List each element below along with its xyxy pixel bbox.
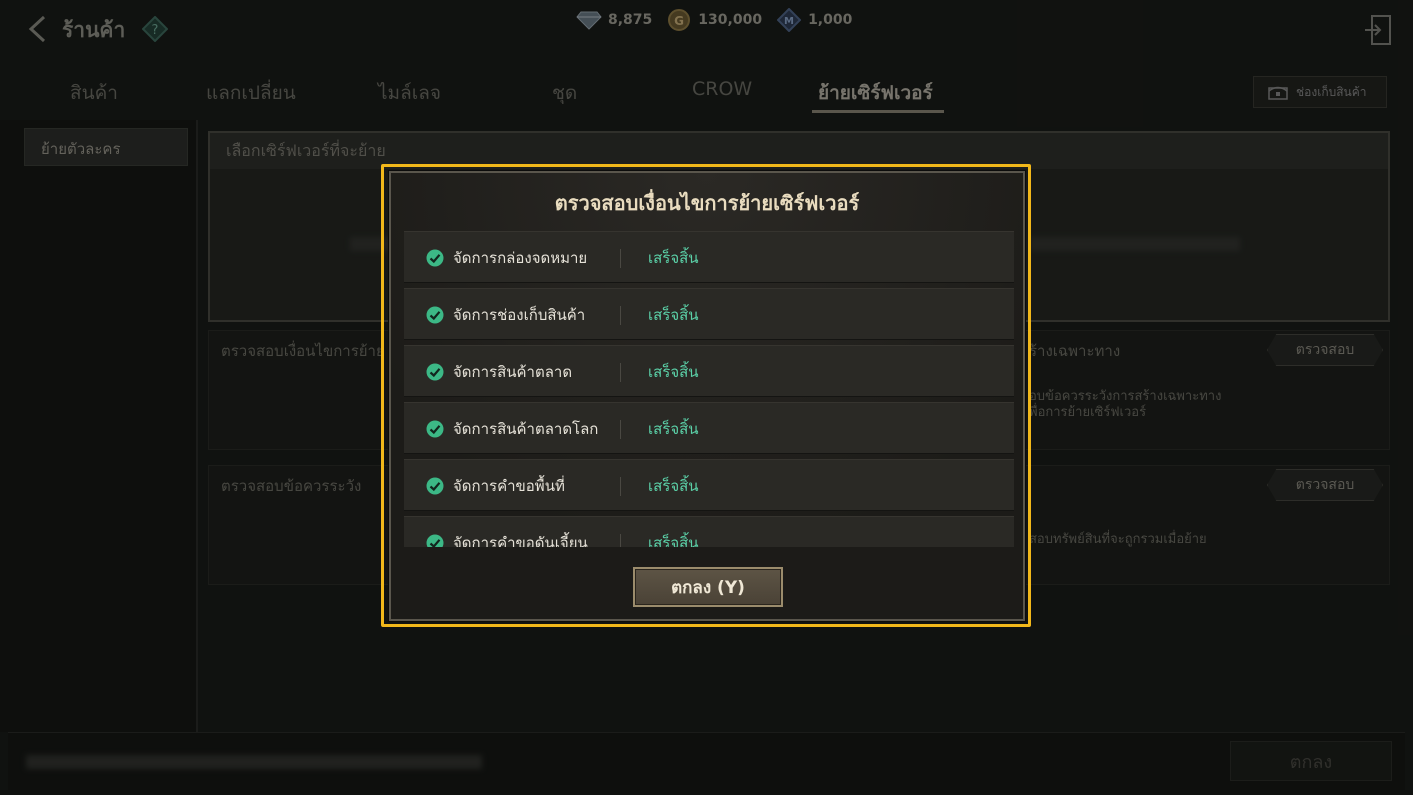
divider: [620, 249, 621, 268]
condition-status: เสร็จสิ้น: [648, 249, 699, 267]
condition-status: เสร็จสิ้น: [648, 306, 699, 324]
check-circle-icon: [426, 363, 444, 381]
check-circle-icon: [426, 249, 444, 267]
divider: [620, 363, 621, 382]
list-item: จัดการช่องเก็บสินค้า เสร็จสิ้น: [404, 288, 1014, 340]
condition-name: จัดการคำขอดันเจี้ยน: [453, 534, 588, 547]
confirm-ok-button[interactable]: ตกลง (Y): [633, 567, 783, 607]
list-item: จัดการคำขอดันเจี้ยน เสร็จสิ้น: [404, 516, 1014, 547]
check-circle-icon: [426, 306, 444, 324]
list-item: จัดการสินค้าตลาดโลก เสร็จสิ้น: [404, 402, 1014, 454]
condition-status: เสร็จสิ้น: [648, 363, 699, 381]
condition-name: จัดการกล่องจดหมาย: [453, 249, 588, 267]
divider: [620, 534, 621, 547]
check-circle-icon: [426, 477, 444, 495]
divider: [620, 477, 621, 496]
check-circle-icon: [426, 420, 444, 438]
condition-status: เสร็จสิ้น: [648, 534, 699, 547]
condition-list[interactable]: จัดการกล่องจดหมาย เสร็จสิ้น จัดการช่องเก…: [404, 231, 1014, 547]
condition-status: เสร็จสิ้น: [648, 477, 699, 495]
condition-name: จัดการสินค้าตลาดโลก: [453, 420, 599, 438]
list-item: จัดการคำขอพื้นที่ เสร็จสิ้น: [404, 459, 1014, 511]
dialog-title: ตรวจสอบเงื่อนไขการย้ายเซิร์ฟเวอร์: [554, 191, 860, 215]
condition-name: จัดการคำขอพื้นที่: [453, 477, 565, 495]
check-circle-icon: [426, 534, 444, 547]
condition-status: เสร็จสิ้น: [648, 420, 699, 438]
list-item: จัดการสินค้าตลาด เสร็จสิ้น: [404, 345, 1014, 397]
condition-name: จัดการสินค้าตลาด: [453, 363, 573, 381]
divider: [620, 306, 621, 325]
condition-name: จัดการช่องเก็บสินค้า: [453, 306, 586, 324]
list-item: จัดการกล่องจดหมาย เสร็จสิ้น: [404, 231, 1014, 283]
divider: [620, 420, 621, 439]
transfer-conditions-dialog: ตรวจสอบเงื่อนไขการย้ายเซิร์ฟเวอร์ จัดการ…: [389, 171, 1025, 621]
